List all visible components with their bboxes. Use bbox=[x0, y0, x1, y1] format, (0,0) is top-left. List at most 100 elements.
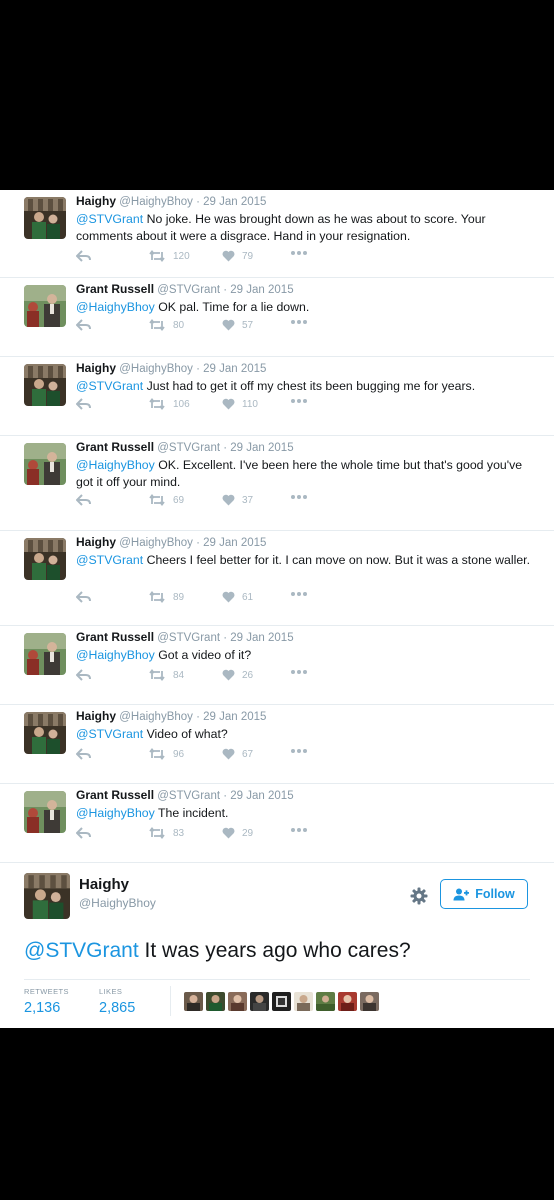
display-name[interactable]: Haighy bbox=[79, 876, 129, 893]
tweet[interactable]: Grant Russell @STVGrant · 29 Jan 2015 @H… bbox=[0, 278, 554, 357]
liker-avatar[interactable] bbox=[206, 992, 225, 1011]
retweet-button[interactable]: 106 bbox=[148, 398, 190, 410]
timestamp[interactable]: 29 Jan 2015 bbox=[203, 537, 266, 549]
liker-avatar[interactable] bbox=[294, 992, 313, 1011]
liker-avatar[interactable] bbox=[228, 992, 247, 1011]
reply-button[interactable] bbox=[76, 669, 92, 681]
tweet[interactable]: Grant Russell @STVGrant · 29 Jan 2015 @H… bbox=[0, 626, 554, 705]
timestamp[interactable]: 29 Jan 2015 bbox=[203, 196, 266, 208]
avatar-grant-russell[interactable] bbox=[24, 285, 66, 327]
handle[interactable]: @HaighyBhoy bbox=[119, 711, 193, 723]
timestamp[interactable]: 29 Jan 2015 bbox=[230, 442, 293, 454]
liker-avatar[interactable] bbox=[360, 992, 379, 1011]
more-button[interactable] bbox=[290, 669, 308, 675]
like-button[interactable]: 61 bbox=[222, 591, 253, 603]
like-button[interactable]: 57 bbox=[222, 319, 253, 331]
avatar-haighy[interactable] bbox=[24, 364, 66, 406]
retweet-button[interactable]: 89 bbox=[148, 591, 184, 603]
avatar-haighy[interactable] bbox=[24, 712, 66, 754]
retweet-button[interactable]: 69 bbox=[148, 494, 184, 506]
handle[interactable]: @STVGrant bbox=[157, 284, 220, 296]
display-name[interactable]: Grant Russell bbox=[76, 282, 154, 296]
user-actions-button[interactable] bbox=[410, 887, 428, 910]
display-name[interactable]: Grant Russell bbox=[76, 630, 154, 644]
tweet[interactable]: Haighy @HaighyBhoy · 29 Jan 2015 @STVGra… bbox=[0, 705, 554, 784]
like-button[interactable]: 110 bbox=[222, 398, 258, 410]
timestamp[interactable]: 29 Jan 2015 bbox=[203, 711, 266, 723]
mention-link[interactable]: @HaighyBhoy bbox=[76, 458, 155, 472]
avatar-grant-russell[interactable] bbox=[24, 443, 66, 485]
tweet[interactable]: Haighy @HaighyBhoy · 29 Jan 2015 @STVGra… bbox=[0, 531, 554, 626]
likes-stat[interactable]: LIKES 2,865 bbox=[99, 987, 135, 1016]
reply-button[interactable] bbox=[76, 827, 92, 839]
liker-avatar[interactable] bbox=[184, 992, 203, 1011]
handle[interactable]: @HaighyBhoy bbox=[119, 196, 193, 208]
tweet[interactable]: Grant Russell @STVGrant · 29 Jan 2015 @H… bbox=[0, 436, 554, 531]
follow-button[interactable]: Follow bbox=[440, 879, 528, 909]
liker-avatar[interactable] bbox=[272, 992, 291, 1011]
display-name[interactable]: Haighy bbox=[76, 194, 116, 208]
retweet-button[interactable]: 96 bbox=[148, 748, 184, 760]
avatar-haighy[interactable] bbox=[24, 873, 70, 919]
follow-label: Follow bbox=[475, 887, 515, 901]
liker-avatar[interactable] bbox=[316, 992, 335, 1011]
mention-link[interactable]: @HaighyBhoy bbox=[76, 806, 155, 820]
more-button[interactable] bbox=[290, 319, 308, 325]
mention-link[interactable]: @STVGrant bbox=[76, 379, 143, 393]
more-button[interactable] bbox=[290, 591, 308, 597]
avatar-haighy[interactable] bbox=[24, 197, 66, 239]
timestamp[interactable]: 29 Jan 2015 bbox=[230, 284, 293, 296]
timestamp[interactable]: 29 Jan 2015 bbox=[230, 790, 293, 802]
avatar-haighy[interactable] bbox=[24, 538, 66, 580]
avatar-grant-russell[interactable] bbox=[24, 791, 66, 833]
handle[interactable]: @STVGrant bbox=[157, 632, 220, 644]
liker-avatar[interactable] bbox=[250, 992, 269, 1011]
handle[interactable]: @STVGrant bbox=[157, 442, 220, 454]
reply-button[interactable] bbox=[76, 398, 92, 410]
tweet[interactable]: Haighy @HaighyBhoy · 29 Jan 2015 @STVGra… bbox=[0, 190, 554, 278]
tweet[interactable]: Haighy @HaighyBhoy · 29 Jan 2015 @STVGra… bbox=[0, 357, 554, 436]
more-button[interactable] bbox=[290, 827, 308, 833]
handle[interactable]: @HaighyBhoy bbox=[119, 537, 193, 549]
more-button[interactable] bbox=[290, 250, 308, 256]
display-name[interactable]: Haighy bbox=[76, 361, 116, 375]
mention-link[interactable]: @STVGrant bbox=[76, 727, 143, 741]
like-button[interactable]: 79 bbox=[222, 250, 253, 262]
like-button[interactable]: 37 bbox=[222, 494, 253, 506]
retweets-stat[interactable]: RETWEETS 2,136 bbox=[24, 987, 69, 1016]
mention-link[interactable]: @HaighyBhoy bbox=[76, 648, 155, 662]
reply-button[interactable] bbox=[76, 591, 92, 603]
mention-link[interactable]: @STVGrant bbox=[76, 212, 143, 226]
retweet-button[interactable]: 80 bbox=[148, 319, 184, 331]
tweet[interactable]: Grant Russell @STVGrant · 29 Jan 2015 @H… bbox=[0, 784, 554, 863]
mention-link[interactable]: @STVGrant bbox=[76, 553, 143, 567]
display-name[interactable]: Grant Russell bbox=[76, 440, 154, 454]
handle[interactable]: @STVGrant bbox=[157, 790, 220, 802]
retweet-button[interactable]: 83 bbox=[148, 827, 184, 839]
more-button[interactable] bbox=[290, 748, 308, 754]
reply-button[interactable] bbox=[76, 250, 92, 262]
reply-button[interactable] bbox=[76, 748, 92, 760]
mention-link[interactable]: @HaighyBhoy bbox=[76, 300, 155, 314]
mention-link[interactable]: @STVGrant bbox=[24, 939, 139, 962]
reply-button[interactable] bbox=[76, 319, 92, 331]
more-button[interactable] bbox=[290, 398, 308, 404]
display-name[interactable]: Grant Russell bbox=[76, 788, 154, 802]
liker-avatar[interactable] bbox=[338, 992, 357, 1011]
display-name[interactable]: Haighy bbox=[76, 535, 116, 549]
reply-button[interactable] bbox=[76, 494, 92, 506]
tweet-text: @STVGrant Video of what? bbox=[76, 727, 228, 741]
like-button[interactable]: 29 bbox=[222, 827, 253, 839]
retweet-count: 106 bbox=[173, 398, 190, 410]
handle[interactable]: @HaighyBhoy bbox=[79, 896, 156, 910]
handle[interactable]: @HaighyBhoy bbox=[119, 363, 193, 375]
timestamp[interactable]: 29 Jan 2015 bbox=[230, 632, 293, 644]
timestamp[interactable]: 29 Jan 2015 bbox=[203, 363, 266, 375]
retweet-button[interactable]: 120 bbox=[148, 250, 190, 262]
like-button[interactable]: 26 bbox=[222, 669, 253, 681]
like-button[interactable]: 67 bbox=[222, 748, 253, 760]
display-name[interactable]: Haighy bbox=[76, 709, 116, 723]
more-button[interactable] bbox=[290, 494, 308, 500]
avatar-grant-russell[interactable] bbox=[24, 633, 66, 675]
retweet-button[interactable]: 84 bbox=[148, 669, 184, 681]
